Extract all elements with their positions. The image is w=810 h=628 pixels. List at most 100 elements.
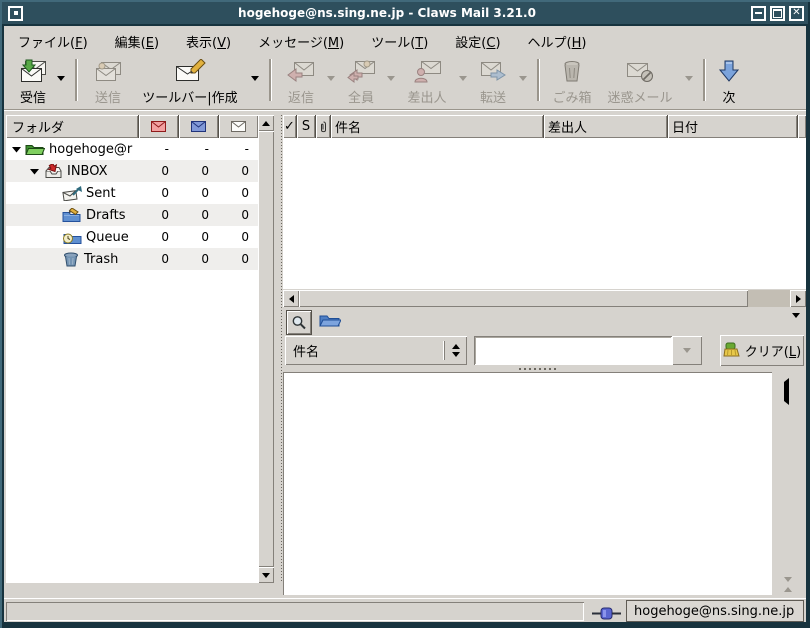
next-button[interactable]: 次 (712, 54, 746, 106)
forward-icon (477, 58, 509, 85)
blue-envelope-icon (191, 121, 206, 132)
online-status-button[interactable] (592, 605, 622, 624)
quicksearch-toggle-row (283, 308, 806, 335)
forward-dropdown-arrow[interactable] (516, 72, 530, 84)
menu-message[interactable]: メッセージ(M) (258, 32, 344, 51)
unread-count-column-header[interactable] (179, 115, 219, 138)
folder-new-count: 0 (138, 186, 178, 200)
send-icon (93, 58, 123, 85)
scroll-up-button[interactable] (258, 115, 274, 131)
folder-unread-count: - (178, 142, 218, 156)
menu-help[interactable]: ヘルプ(H) (528, 32, 587, 51)
mimeview-collapse-arrow[interactable] (784, 382, 789, 401)
folder-total-count: - (218, 142, 258, 156)
folder-new-count: 0 (138, 164, 178, 178)
menu-file[interactable]: ファイル(F) (18, 32, 88, 51)
folder-unread-count: 0 (178, 164, 218, 178)
folder-row-queue[interactable]: Queue 0 0 0 (6, 226, 258, 248)
menu-configuration[interactable]: 設定(C) (455, 32, 500, 51)
close-button[interactable]: ✕ (789, 6, 804, 21)
minimize-button[interactable] (751, 6, 766, 21)
status-column-header[interactable]: S (297, 115, 316, 138)
subject-column-header[interactable]: 件名 (331, 115, 544, 138)
toolbar-separator (75, 59, 77, 101)
attachment-column-header[interactable] (316, 115, 331, 138)
trash-icon (561, 58, 583, 85)
folder-name: Sent (86, 186, 116, 201)
reply-all-button[interactable]: 全員 (338, 54, 384, 106)
receive-dropdown-arrow[interactable] (54, 72, 68, 84)
folder-column-header[interactable]: フォルダ (6, 115, 139, 138)
folder-pane-scrollbar[interactable] (258, 115, 274, 583)
menu-tools[interactable]: ツール(T) (371, 32, 428, 51)
sent-folder-icon (62, 186, 82, 201)
reply-button[interactable]: 返信 (278, 54, 324, 106)
queue-folder-icon (62, 230, 82, 245)
scrollbar-thumb[interactable] (258, 131, 274, 567)
trash-button[interactable]: ごみ箱 (546, 54, 598, 106)
horizontal-pane-splitter[interactable] (519, 368, 556, 370)
folder-total-count: 0 (218, 164, 258, 178)
folder-total-count: 0 (218, 230, 258, 244)
compose-dropdown-arrow[interactable] (248, 72, 262, 84)
date-column-header[interactable]: 日付 (668, 115, 798, 138)
folder-row-trash[interactable]: Trash 0 0 0 (6, 248, 258, 270)
reply-dropdown-arrow[interactable] (324, 72, 338, 84)
new-count-column-header[interactable] (139, 115, 179, 138)
reply-sender-dropdown-arrow[interactable] (456, 72, 470, 84)
search-field-selector[interactable]: 件名 (285, 336, 467, 365)
folder-new-count: - (138, 142, 178, 156)
broom-icon (723, 342, 741, 360)
receive-button[interactable]: 受信 (12, 54, 54, 106)
spam-button[interactable]: 迷惑メール (598, 54, 682, 106)
folder-name: hogehoge@r (49, 142, 132, 157)
message-list[interactable] (283, 138, 806, 289)
reply-sender-button[interactable]: 差出人 (398, 54, 456, 106)
folder-row-account[interactable]: hogehoge@r - - - (6, 138, 258, 160)
folder-unread-count: 0 (178, 208, 218, 222)
menu-edit[interactable]: 編集(E) (115, 32, 159, 51)
client-area: ファイル(F) 編集(E) 表示(V) メッセージ(M) ツール(T) 設定(C… (4, 26, 806, 622)
close-icon: ✕ (792, 8, 800, 18)
clear-button[interactable]: クリア(L) (720, 335, 804, 366)
spam-dropdown-arrow[interactable] (682, 72, 696, 84)
total-count-column-header[interactable] (219, 115, 258, 138)
search-field-value: 件名 (285, 341, 444, 360)
message-list-hscrollbar[interactable] (283, 290, 806, 307)
quicksearch-toggle-button[interactable] (286, 310, 312, 335)
account-selector[interactable]: hogehoge@ns.sing.ne.jp (626, 600, 804, 622)
folder-row-drafts[interactable]: Drafts 0 0 0 (6, 204, 258, 226)
send-button[interactable]: 送信 (84, 54, 132, 106)
compose-icon (173, 58, 207, 85)
scroll-down-button[interactable] (258, 567, 274, 583)
folder-select-button[interactable] (319, 312, 341, 332)
online-plug-icon (592, 607, 622, 620)
folder-row-sent[interactable]: Sent 0 0 0 (6, 182, 258, 204)
scrollbar-thumb[interactable] (299, 290, 748, 307)
message-view[interactable] (283, 372, 772, 595)
account-folder-icon (25, 142, 45, 156)
compose-button[interactable]: ツールバー|作成 (132, 54, 248, 106)
reply-all-icon (345, 58, 377, 85)
menu-view[interactable]: 表示(V) (186, 32, 231, 51)
reply-all-dropdown-arrow[interactable] (384, 72, 398, 84)
mark-column-header[interactable]: ✓ (283, 115, 297, 138)
from-column-header[interactable]: 差出人 (544, 115, 668, 138)
expander-icon[interactable] (12, 146, 21, 153)
status-message-area (6, 602, 584, 621)
folder-new-count: 0 (138, 252, 178, 266)
reply-icon (286, 58, 316, 85)
folder-row-inbox[interactable]: INBOX 0 0 0 (6, 160, 258, 182)
toolbar: 受信 送信 (4, 54, 806, 110)
window-menu-button[interactable] (8, 6, 23, 21)
maximize-button[interactable] (770, 6, 785, 21)
expander-icon[interactable] (30, 168, 39, 175)
search-history-dropdown[interactable] (672, 336, 702, 365)
forward-button[interactable]: 転送 (470, 54, 516, 106)
scroll-right-button[interactable] (790, 290, 806, 307)
folder-new-count: 0 (138, 230, 178, 244)
folder-unread-count: 0 (178, 186, 218, 200)
folder-total-count: 0 (218, 208, 258, 222)
scroll-left-button[interactable] (283, 290, 299, 307)
quicksearch-input[interactable] (474, 336, 672, 365)
